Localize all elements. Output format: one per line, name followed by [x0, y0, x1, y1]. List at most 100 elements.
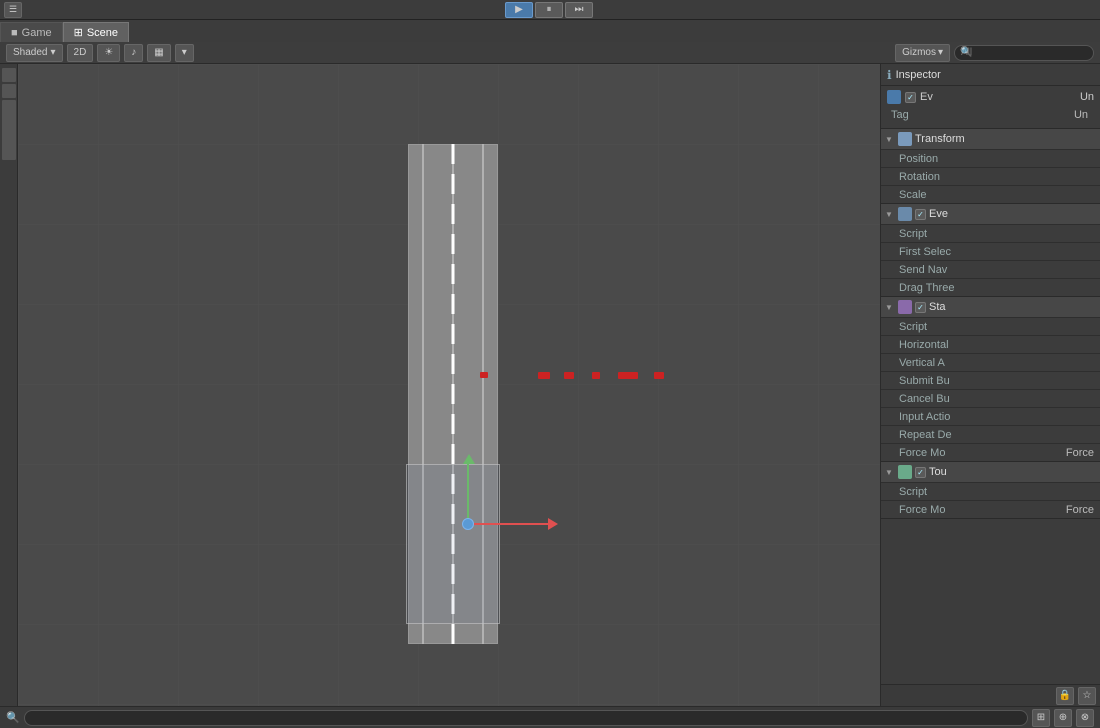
- tag-field-value: Un: [1074, 109, 1088, 121]
- transform-component: ▼ Transform Position Rotation Scale: [881, 129, 1100, 204]
- top-toolbar: ☰ ▶ ⏸ ⏭: [0, 0, 1100, 20]
- transform-collapse-icon: ▼: [885, 135, 895, 144]
- position-label: Position: [899, 153, 1094, 165]
- left-panel-scroll[interactable]: [2, 100, 16, 160]
- rotation-field: Rotation: [881, 167, 1100, 185]
- force-mode-2-field: Force Mo Force: [881, 500, 1100, 518]
- shaded-dropdown[interactable]: Shaded ▾: [6, 44, 63, 62]
- event-system-header[interactable]: ▼ Eve: [881, 204, 1100, 224]
- event-system-component: ▼ Eve Script First Selec Send Nav Drag T…: [881, 204, 1100, 297]
- touch-header[interactable]: ▼ Tou: [881, 462, 1100, 482]
- force-mode-2-label: Force Mo: [899, 504, 1066, 516]
- event-collapse-icon: ▼: [885, 210, 895, 219]
- force-mode-1-value: Force: [1066, 447, 1094, 459]
- gizmo-y-axis: [467, 464, 469, 524]
- status-bar: 🔍 ⊞ ⊕ ⊗: [0, 706, 1100, 728]
- status-btn-2[interactable]: ⊕: [1054, 709, 1072, 727]
- gizmo-x-axis: [468, 523, 548, 525]
- effects-button[interactable]: ▦: [147, 44, 170, 62]
- gizmos-label: Gizmos: [902, 47, 936, 58]
- gizmo-center: [462, 518, 474, 530]
- left-panel-btn-1[interactable]: [2, 68, 16, 82]
- active-checkbox[interactable]: [905, 92, 916, 103]
- standalone-collapse-icon: ▼: [885, 303, 895, 312]
- red-marker-6: [654, 372, 664, 379]
- submit-label: Submit Bu: [899, 375, 1094, 387]
- step-button[interactable]: ⏭: [565, 2, 593, 18]
- first-selected-field: First Selec: [881, 242, 1100, 260]
- track: [408, 144, 498, 644]
- event-checkbox[interactable]: [915, 209, 926, 220]
- scene-search-input[interactable]: [954, 45, 1094, 61]
- inspector-lock-btn[interactable]: 🔒: [1056, 687, 1074, 705]
- menu-button[interactable]: ☰: [4, 2, 22, 18]
- rotation-label: Rotation: [899, 171, 1094, 183]
- standalone-script-label: Script: [899, 321, 1094, 333]
- center-dashes: [452, 144, 455, 644]
- gizmo-x-head: [548, 518, 558, 530]
- left-panel-btn-2[interactable]: [2, 84, 16, 98]
- tag-value: Un: [1080, 91, 1094, 103]
- touch-script-label: Script: [899, 486, 1094, 498]
- search-icon: 🔍: [960, 47, 972, 58]
- status-btn-3[interactable]: ⊗: [1076, 709, 1094, 727]
- red-marker-1: [480, 372, 488, 378]
- object-icon: [887, 90, 901, 104]
- 2d-label: 2D: [74, 47, 87, 58]
- red-marker-5: [618, 372, 638, 379]
- red-marker-3: [564, 372, 574, 379]
- event-system-label: Eve: [929, 208, 1096, 220]
- scene-icon: ⊞: [74, 26, 83, 39]
- send-nav-label: Send Nav: [899, 264, 1094, 276]
- standalone-checkbox[interactable]: [915, 302, 926, 313]
- cancel-field: Cancel Bu: [881, 389, 1100, 407]
- repeat-delay-label: Repeat De: [899, 429, 1094, 441]
- force-mode-1-field: Force Mo Force: [881, 443, 1100, 461]
- scene-toolbar: Shaded ▾ 2D ☀ ♪ ▦ ▾ Gizmos ▾ 🔍: [0, 42, 1100, 64]
- inspector-info-btn[interactable]: ☆: [1078, 687, 1096, 705]
- touch-icon: [898, 465, 912, 479]
- gizmos-dropdown[interactable]: Gizmos ▾: [895, 44, 950, 62]
- status-search-input[interactable]: [24, 710, 1028, 726]
- position-field: Position: [881, 149, 1100, 167]
- pause-button[interactable]: ⏸: [535, 2, 563, 18]
- red-marker-4: [592, 372, 600, 379]
- audio-button[interactable]: ♪: [124, 44, 143, 62]
- track-dashes: [408, 144, 498, 644]
- more-button[interactable]: ▾: [175, 44, 194, 62]
- play-controls: ▶ ⏸ ⏭: [505, 2, 593, 18]
- status-btn-1[interactable]: ⊞: [1032, 709, 1050, 727]
- lighting-button[interactable]: ☀: [97, 44, 120, 62]
- force-mode-2-value: Force: [1066, 504, 1094, 516]
- 2d-button[interactable]: 2D: [67, 44, 94, 62]
- tab-scene[interactable]: ⊞ Scene: [63, 22, 129, 42]
- event-script-field: Script: [881, 224, 1100, 242]
- inspector-header: ℹ Inspector: [881, 64, 1100, 86]
- transform-icon: [898, 132, 912, 146]
- drag-threshold-field: Drag Three: [881, 278, 1100, 296]
- tab-game[interactable]: ■ Game: [0, 22, 63, 42]
- scale-label: Scale: [899, 189, 1094, 201]
- tab-game-label: Game: [22, 27, 52, 39]
- touch-collapse-icon: ▼: [885, 468, 895, 477]
- gizmo-y-head: [463, 454, 475, 464]
- transform-header[interactable]: ▼ Transform: [881, 129, 1100, 149]
- touch-checkbox[interactable]: [915, 467, 926, 478]
- touch-script-field: Script: [881, 482, 1100, 500]
- shaded-arrow-icon: ▾: [50, 47, 55, 58]
- drag-threshold-label: Drag Three: [899, 282, 1094, 294]
- input-actions-field: Input Actio: [881, 407, 1100, 425]
- standalone-input-component: ▼ Sta Script Horizontal Vertical A Submi…: [881, 297, 1100, 462]
- layer-label: Ev: [920, 91, 933, 103]
- search-icon: 🔍: [6, 711, 20, 724]
- game-icon: ■: [11, 27, 18, 39]
- play-button[interactable]: ▶: [505, 2, 533, 18]
- red-marker-2: [538, 372, 550, 379]
- touch-input-component: ▼ Tou Script Force Mo Force: [881, 462, 1100, 519]
- submit-field: Submit Bu: [881, 371, 1100, 389]
- cancel-label: Cancel Bu: [899, 393, 1094, 405]
- event-script-label: Script: [899, 228, 1094, 240]
- standalone-header[interactable]: ▼ Sta: [881, 297, 1100, 317]
- inspector-status-bar: 🔒 ☆: [881, 684, 1100, 706]
- scale-field: Scale: [881, 185, 1100, 203]
